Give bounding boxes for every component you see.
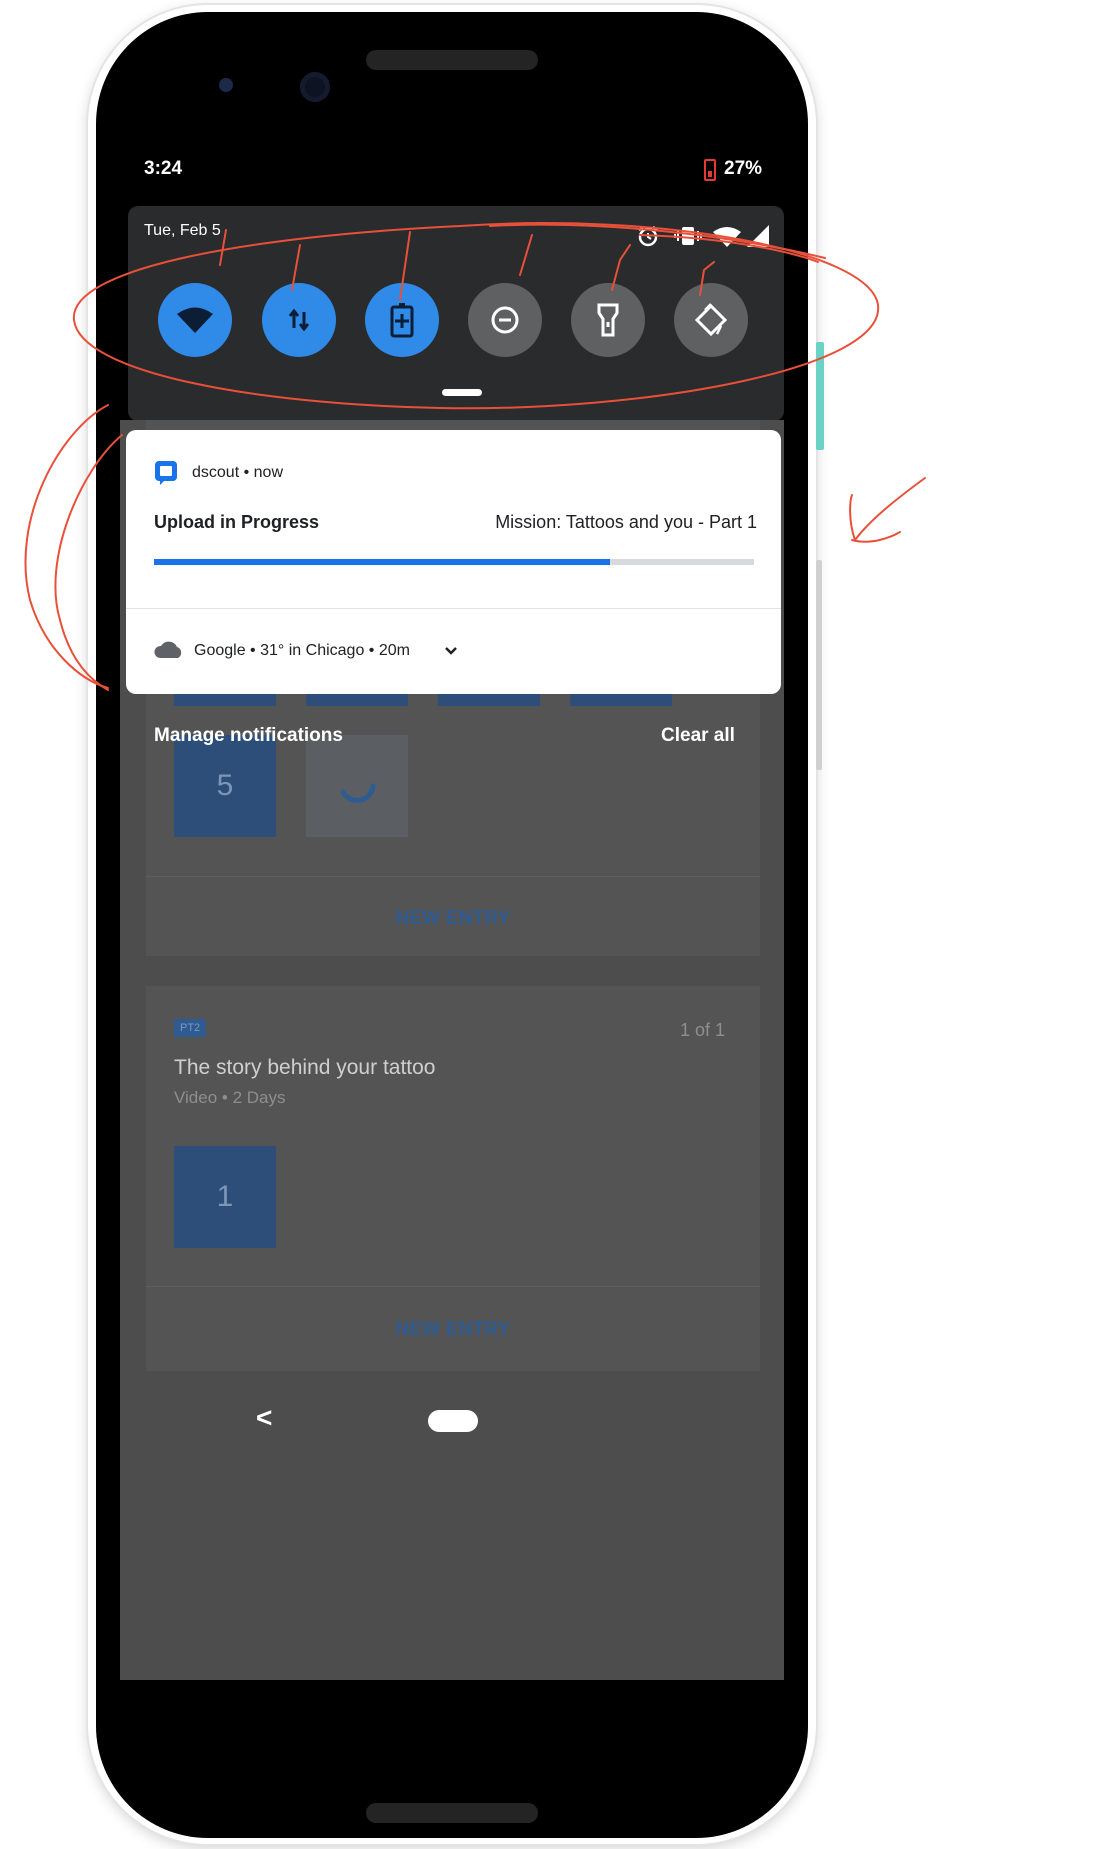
- annotation-overlay: [24, 222, 926, 691]
- annotation-tick-5: [611, 244, 631, 291]
- annotation-ellipse: [72, 222, 880, 410]
- annotation-bracket-left: [24, 404, 109, 689]
- annotation-tick-1: [219, 229, 227, 266]
- annotation-arrow: [849, 477, 926, 543]
- annotation-tick-2: [291, 244, 301, 291]
- annotation-tick-4: [519, 234, 533, 276]
- annotation-line-a: [489, 223, 826, 259]
- annotation-tick-3: [399, 231, 411, 301]
- annotation-tick-6: [699, 261, 715, 296]
- annotation-bracket-left-2: [54, 434, 123, 691]
